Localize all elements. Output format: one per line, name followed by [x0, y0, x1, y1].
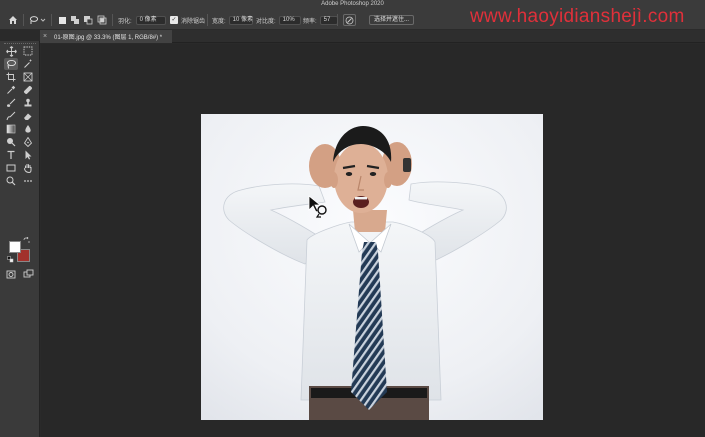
brush-tool-icon[interactable] [4, 97, 18, 109]
tools-panel [0, 41, 40, 437]
zoom-tool-icon[interactable] [4, 175, 18, 187]
feather-group: 羽化: 0 像素 [118, 14, 166, 26]
contrast-input[interactable]: 10% [278, 15, 301, 25]
portrait-photo [201, 114, 543, 420]
feather-label: 羽化: [118, 18, 132, 25]
screen-mode-icon[interactable] [21, 268, 35, 280]
chevron-down-icon[interactable] [39, 14, 47, 26]
options-bar: Adobe Photoshop 2020 www.haoyidianshejì.… [0, 0, 705, 30]
frequency-input[interactable]: 57 [319, 15, 338, 25]
home-icon[interactable] [7, 14, 19, 26]
magnetic-lasso-tool-icon[interactable] [4, 58, 18, 70]
move-tool-icon[interactable] [4, 45, 18, 57]
quick-mask-icon[interactable] [4, 268, 18, 280]
contrast-group: 对比度: 10% [256, 14, 301, 26]
width-group: 宽度: 10 像素 [212, 14, 253, 26]
healing-brush-tool-icon[interactable] [21, 84, 35, 96]
antialias-checkbox[interactable]: ✓ [170, 16, 178, 24]
frame-tool-icon[interactable] [21, 71, 35, 83]
marquee-tool-icon[interactable] [21, 45, 35, 57]
frequency-label: 频率: [303, 18, 317, 25]
swap-colors-icon[interactable] [22, 236, 30, 244]
contrast-label: 对比度: [256, 18, 276, 25]
document-tab-title: 01-原图.jpg @ 33.3% (图层 1, RGB/8#) * [54, 35, 163, 41]
close-icon[interactable]: × [43, 33, 50, 40]
document-tab[interactable]: × 01-原图.jpg @ 33.3% (图层 1, RGB/8#) * [40, 30, 172, 43]
pen-pressure-icon[interactable] [343, 14, 356, 26]
select-and-mask-button[interactable]: 选择并遮住... [369, 15, 415, 25]
width-input[interactable]: 10 像素 [228, 15, 253, 25]
tool-options: 羽化: 0 像素 ✓ 消除锯齿 宽度: 10 像素 对比度: 10% 频率: 5… [0, 12, 705, 29]
feather-input[interactable]: 0 像素 [135, 15, 166, 25]
default-colors-icon[interactable] [6, 255, 14, 263]
add-to-selection-icon[interactable] [69, 14, 81, 26]
gradient-tool-icon[interactable] [4, 123, 18, 135]
document-canvas-image[interactable] [201, 114, 543, 420]
subtract-from-selection-icon[interactable] [82, 14, 94, 26]
rectangle-tool-icon[interactable] [4, 162, 18, 174]
dodge-tool-icon[interactable] [4, 136, 18, 148]
intersect-selection-icon[interactable] [96, 14, 108, 26]
eraser-tool-icon[interactable] [21, 110, 35, 122]
magic-wand-tool-icon[interactable] [21, 58, 35, 70]
select-and-mask-wrap: 选择并遮住... [369, 14, 415, 26]
blur-tool-icon[interactable] [21, 123, 35, 135]
antialias-group[interactable]: ✓ 消除锯齿 [170, 14, 205, 26]
eyedropper-tool-icon[interactable] [4, 84, 18, 96]
width-label: 宽度: [212, 18, 226, 25]
hand-tool-icon[interactable] [21, 162, 35, 174]
more-tools-icon[interactable] [21, 175, 35, 187]
clone-stamp-tool-icon[interactable] [21, 97, 35, 109]
frequency-group: 频率: 57 [303, 14, 338, 26]
type-tool-icon[interactable] [4, 149, 18, 161]
new-selection-icon[interactable] [56, 14, 68, 26]
antialias-label: 消除锯齿 [181, 18, 206, 25]
foreground-color-swatch[interactable] [9, 241, 21, 253]
pen-tool-icon[interactable] [21, 136, 35, 148]
document-tab-bar: × 01-原图.jpg @ 33.3% (图层 1, RGB/8#) * [40, 30, 705, 43]
path-selection-tool-icon[interactable] [21, 149, 35, 161]
crop-tool-icon[interactable] [4, 71, 18, 83]
history-brush-tool-icon[interactable] [4, 110, 18, 122]
